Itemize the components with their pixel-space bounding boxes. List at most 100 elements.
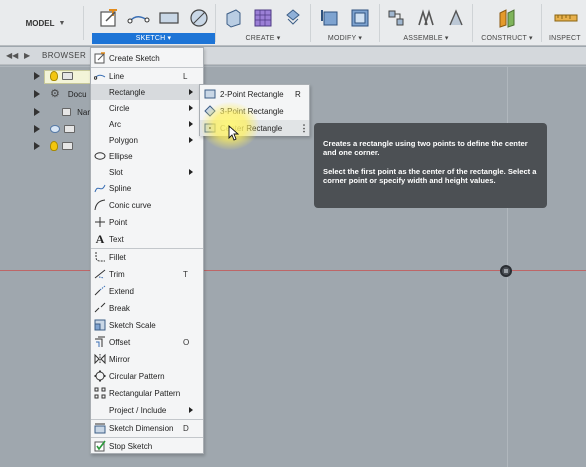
menu-item-fillet[interactable]: Fillet: [91, 249, 203, 265]
tree-row-named-views[interactable]: Nam: [34, 104, 94, 120]
menu-item-ellipse[interactable]: Ellipse: [91, 148, 203, 164]
joint-icon[interactable]: [413, 5, 439, 31]
line-icon[interactable]: [126, 5, 152, 31]
inspect-group: INSPECT ▾: [543, 3, 586, 45]
menu-item-line[interactable]: Line L: [91, 68, 203, 84]
assemble-group-label[interactable]: ASSEMBLE ▾: [381, 33, 471, 44]
menu-item-offset[interactable]: Offset O: [91, 334, 203, 350]
modify-group-label[interactable]: MODIFY ▾: [312, 33, 378, 44]
expand-arrow-icon[interactable]: [34, 142, 40, 150]
sketch-dropdown-menu: Create Sketch Line L Rectangle Circle Ar…: [90, 47, 204, 454]
expand-arrow-icon[interactable]: [34, 72, 40, 80]
menu-item-rectangular-pattern[interactable]: Rectangular Pattern: [91, 385, 203, 401]
spline-icon: [92, 180, 108, 196]
tree-row-document-settings[interactable]: ⚙ Docu: [34, 86, 94, 102]
folder-icon: [62, 142, 73, 150]
offset-plane-icon[interactable]: [494, 5, 520, 31]
create-sketch-icon[interactable]: [96, 5, 122, 31]
measure-icon[interactable]: [552, 5, 578, 31]
chevron-down-icon: ▼: [58, 19, 66, 27]
menu-item-break[interactable]: Break: [91, 300, 203, 316]
folder-icon: [62, 108, 72, 116]
sketch-group-label[interactable]: SKETCH ▾: [92, 33, 215, 44]
point-icon: [92, 214, 108, 230]
pattern-icon[interactable]: [280, 5, 306, 31]
construct-group-label[interactable]: CONSTRUCT ▾: [474, 33, 540, 44]
origin-point-icon[interactable]: [500, 265, 512, 277]
fillet-tool-icon[interactable]: [347, 5, 373, 31]
tree-label: Docu: [67, 89, 87, 99]
as-built-joint-icon[interactable]: [443, 5, 469, 31]
menu-item-spline[interactable]: Spline: [91, 180, 203, 196]
menu-item-sketch-scale[interactable]: Sketch Scale: [91, 317, 203, 333]
submenu-arrow-icon: [189, 121, 197, 127]
component-icon: [62, 72, 73, 80]
break-icon: [92, 300, 108, 316]
submenu-item-center-rectangle[interactable]: Center Rectangle ⋮: [200, 120, 309, 136]
collapse-icon[interactable]: ◀◀: [6, 51, 18, 60]
new-component-assemble-icon[interactable]: [383, 5, 409, 31]
mouse-cursor-icon: [228, 125, 240, 141]
menu-item-extend[interactable]: Extend: [91, 283, 203, 299]
new-component-icon[interactable]: [220, 5, 246, 31]
ellipse-icon: [92, 148, 108, 164]
three-point-rectangle-icon: [202, 105, 218, 117]
line-icon: [92, 68, 108, 84]
submenu-arrow-icon: [189, 89, 197, 95]
menu-item-arc[interactable]: Arc: [91, 116, 203, 132]
menu-item-circle[interactable]: Circle: [91, 100, 203, 116]
expand-arrow-icon[interactable]: [34, 90, 40, 98]
menu-item-mirror[interactable]: Mirror: [91, 351, 203, 367]
expand-arrow-icon[interactable]: [34, 125, 40, 133]
menu-item-text[interactable]: A Text: [91, 231, 203, 247]
create-sketch-icon: [92, 50, 108, 66]
assemble-group: ASSEMBLE ▾: [381, 3, 471, 45]
tree-row-root[interactable]: [34, 68, 94, 84]
two-point-rectangle-icon: [202, 89, 218, 99]
submenu-arrow-icon: [189, 105, 197, 111]
construct-group: CONSTRUCT ▾: [474, 3, 540, 45]
extrude-icon[interactable]: [250, 5, 276, 31]
x-axis-line: [0, 270, 586, 271]
more-options-icon[interactable]: ⋮: [299, 123, 309, 134]
menu-item-create-sketch[interactable]: Create Sketch: [91, 50, 203, 66]
modify-group: MODIFY ▾: [312, 3, 378, 45]
expand-arrow-icon[interactable]: [34, 108, 40, 116]
menu-item-project-include[interactable]: Project / Include: [91, 402, 203, 418]
menu-item-sketch-dimension[interactable]: Sketch Dimension D: [91, 420, 203, 436]
menu-item-slot[interactable]: Slot: [91, 164, 203, 180]
submenu-arrow-icon: [189, 169, 197, 175]
submenu-item-3-point-rectangle[interactable]: 3-Point Rectangle: [200, 103, 309, 119]
submenu-item-2-point-rectangle[interactable]: 2-Point Rectangle R: [200, 86, 309, 102]
browser-title: BROWSER: [42, 51, 87, 60]
circle-icon[interactable]: [186, 5, 212, 31]
workspace-switcher[interactable]: MODEL ▼: [8, 6, 84, 40]
create-group-label[interactable]: CREATE ▾: [217, 33, 309, 44]
rectangle-icon[interactable]: [156, 5, 182, 31]
menu-item-point[interactable]: Point: [91, 214, 203, 230]
visibility-eye-icon[interactable]: [50, 125, 60, 133]
visibility-bulb-icon[interactable]: [50, 141, 58, 151]
tooltip: Creates a rectangle using two points to …: [314, 123, 547, 208]
menu-item-circular-pattern[interactable]: Circular Pattern: [91, 368, 203, 384]
menu-item-polygon[interactable]: Polygon: [91, 132, 203, 148]
menu-item-rectangle[interactable]: Rectangle: [91, 84, 203, 100]
trim-icon: [92, 266, 108, 282]
menu-item-trim[interactable]: Trim T: [91, 266, 203, 282]
fillet-icon: [92, 249, 108, 265]
inspect-group-label[interactable]: INSPECT ▾: [543, 33, 586, 44]
sketch-group: SKETCH ▾: [92, 3, 215, 45]
rectangular-pattern-icon: [92, 385, 108, 401]
tooltip-instructions: Select the first point as the center of …: [323, 167, 537, 185]
browser-toggle-icon[interactable]: ▶: [24, 51, 34, 60]
press-pull-icon[interactable]: [317, 5, 343, 31]
sketch-scale-icon: [92, 317, 108, 333]
extend-icon: [92, 283, 108, 299]
workspace-label: MODEL: [25, 18, 55, 28]
tree-row-sketches[interactable]: [34, 138, 94, 154]
create-group: CREATE ▾: [217, 3, 309, 45]
visibility-bulb-icon[interactable]: [50, 71, 58, 81]
menu-item-conic-curve[interactable]: Conic curve: [91, 197, 203, 213]
menu-item-stop-sketch[interactable]: Stop Sketch: [91, 438, 203, 454]
tree-row-origin[interactable]: [34, 121, 94, 137]
